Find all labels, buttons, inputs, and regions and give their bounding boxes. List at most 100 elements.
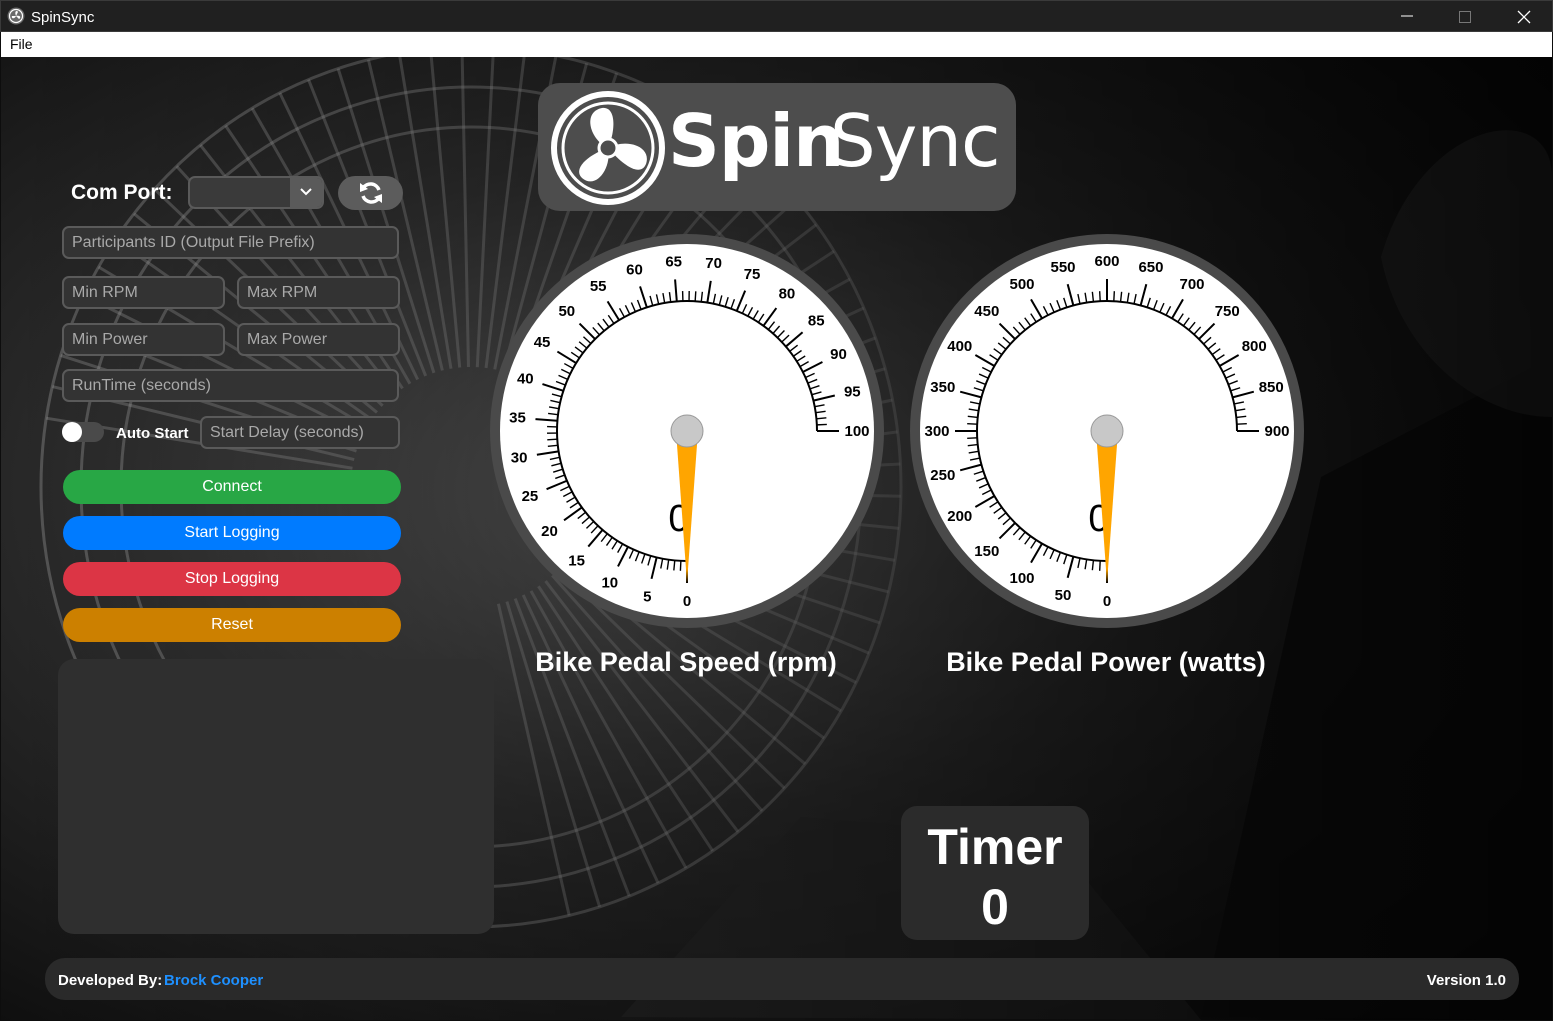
auto-start-toggle[interactable] <box>62 422 104 442</box>
power-gauge-minor-tick <box>1113 291 1116 302</box>
log-output-panel <box>58 659 494 934</box>
speed-gauge-tick-label: 80 <box>779 285 796 302</box>
timer-panel: Timer 0 <box>901 806 1089 940</box>
auto-start-label: Auto Start <box>116 425 189 442</box>
close-button[interactable] <box>1495 1 1553 33</box>
speed-gauge-tick-label: 75 <box>744 266 761 283</box>
speed-gauge-tick-label: 30 <box>511 450 528 467</box>
version-label: Version 1.0 <box>1426 972 1506 989</box>
speed-gauge-minor-tick <box>816 417 827 420</box>
window-title: SpinSync <box>31 9 95 26</box>
min-rpm-input[interactable]: Min RPM <box>62 276 225 309</box>
power-gauge-caption: Bike Pedal Power (watts) <box>946 647 1266 677</box>
power-gauge-tick-label: 300 <box>924 423 949 440</box>
start-delay-input[interactable]: Start Delay (seconds) <box>200 416 400 449</box>
speed-gauge-tick-label: 5 <box>643 588 651 605</box>
maximize-button[interactable] <box>1436 1 1494 33</box>
speed-gauge-tick-label: 65 <box>665 254 682 271</box>
refresh-ports-button[interactable] <box>338 176 403 210</box>
speed-gauge-dial: 0 5 10 15 20 25 30 35 40 45 50 55 60 65 70 75 80 85 90 95 10… <box>490 234 884 628</box>
power-gauge-tick-label: 150 <box>974 543 999 560</box>
speed-gauge-tick-label: 15 <box>568 552 585 569</box>
menu-bar: File <box>1 32 1552 58</box>
power-gauge-tick-label: 50 <box>1055 587 1072 604</box>
com-port-select[interactable] <box>188 176 324 209</box>
runtime-input[interactable]: RunTime (seconds) <box>62 369 399 402</box>
speed-gauge-tick-label: 60 <box>626 261 643 278</box>
app-icon <box>7 7 25 30</box>
title-bar: SpinSync <box>0 0 1553 32</box>
power-gauge-tick-label: 200 <box>947 508 972 525</box>
min-power-input[interactable]: Min Power <box>62 323 225 356</box>
power-gauge-tick-label: 750 <box>1215 303 1240 320</box>
speed-gauge: 0 5 10 15 20 25 30 35 40 45 50 55 60 65 70 75 80 85 90 95 10… <box>488 232 886 630</box>
power-gauge-tick-label: 700 <box>1179 276 1204 293</box>
power-gauge-tick-label: 100 <box>1009 570 1034 587</box>
reset-button[interactable]: Reset <box>63 608 401 642</box>
speed-gauge-tick-label: 70 <box>705 255 722 272</box>
toggle-knob <box>62 422 82 442</box>
speed-gauge-tick-label: 45 <box>534 334 551 351</box>
footer-bar: Developed By: Brock Cooper Version 1.0 <box>45 958 1519 1000</box>
power-gauge-tick-label: 450 <box>974 303 999 320</box>
power-gauge-minor-tick <box>1236 422 1247 425</box>
speed-gauge-tick-label: 95 <box>844 383 861 400</box>
power-gauge-tick-label: 850 <box>1259 379 1284 396</box>
developer-name: Brock Cooper <box>164 972 264 989</box>
power-gauge: 0 50 100 150 200 250 300 350 400 450 500 550 600 650 7… <box>908 232 1306 630</box>
power-gauge-dial: 0 50 100 150 200 250 300 350 400 450 500 550 600 650 7… <box>910 234 1304 628</box>
power-gauge-tick-label: 900 <box>1264 423 1289 440</box>
timer-value: 0 <box>981 879 1009 935</box>
speed-gauge-tick-label: 20 <box>541 523 558 540</box>
start-logging-button[interactable]: Start Logging <box>63 516 401 550</box>
power-gauge-tick-label: 250 <box>930 467 955 484</box>
speed-gauge-tick-label: 100 <box>844 423 869 440</box>
speed-gauge-tick-label: 50 <box>558 303 575 320</box>
power-gauge-tick-label: 400 <box>947 338 972 355</box>
minimize-button[interactable] <box>1378 1 1436 33</box>
speed-gauge-tick-label: 55 <box>590 278 607 295</box>
speed-gauge-tick-label: 85 <box>808 313 825 330</box>
connect-button[interactable]: Connect <box>63 470 401 504</box>
minimize-icon <box>1401 15 1413 17</box>
speed-gauge-minor-tick <box>673 560 676 571</box>
speed-gauge-tick-label: 35 <box>509 410 526 427</box>
power-gauge-minor-tick <box>1098 560 1101 571</box>
spinsync-logo: Spin Sync <box>538 83 1016 211</box>
speed-gauge-tick-label: 40 <box>517 370 534 387</box>
fan-icon <box>550 90 666 211</box>
power-gauge-tick-label: 600 <box>1094 253 1119 270</box>
timer-title: Timer <box>927 819 1063 875</box>
logo-text-sync: Sync <box>830 99 1001 183</box>
power-gauge-needle-hub <box>1090 414 1124 448</box>
close-icon <box>1517 10 1531 24</box>
speed-gauge-tick-label: 10 <box>601 574 618 591</box>
speed-gauge-tick-label: 0 <box>683 593 691 610</box>
power-gauge-tick-label: 0 <box>1103 593 1111 610</box>
speed-gauge-minor-tick <box>694 291 697 302</box>
power-gauge-minor-tick <box>967 422 978 425</box>
max-rpm-input[interactable]: Max RPM <box>237 276 400 309</box>
participants-id-input[interactable]: Participants ID (Output File Prefix) <box>62 226 399 259</box>
refresh-icon <box>360 182 382 204</box>
power-gauge-minor-tick <box>967 437 978 440</box>
speed-gauge-tick-label: 25 <box>522 488 539 505</box>
power-gauge-tick-label: 650 <box>1138 259 1163 276</box>
power-gauge-tick-label: 350 <box>930 379 955 396</box>
menu-file[interactable]: File <box>10 36 33 52</box>
speed-gauge-tick-label: 90 <box>830 346 847 363</box>
speed-gauge-caption: Bike Pedal Speed (rpm) <box>535 647 837 677</box>
speed-gauge-minor-tick <box>547 438 558 441</box>
developed-by-label: Developed By: <box>58 972 163 989</box>
com-port-label: Com Port: <box>71 181 173 204</box>
power-gauge-minor-tick <box>1098 291 1101 302</box>
power-gauge-tick-label: 800 <box>1242 338 1267 355</box>
power-gauge-tick-label: 500 <box>1009 276 1034 293</box>
logo-text-spin: Spin <box>668 99 844 183</box>
max-power-input[interactable]: Max Power <box>237 323 400 356</box>
speed-gauge-needle-hub <box>670 414 704 448</box>
maximize-icon <box>1459 11 1471 23</box>
stop-logging-button[interactable]: Stop Logging <box>63 562 401 596</box>
chevron-down-icon <box>300 188 312 196</box>
com-port-dropdown-button[interactable] <box>290 178 322 207</box>
